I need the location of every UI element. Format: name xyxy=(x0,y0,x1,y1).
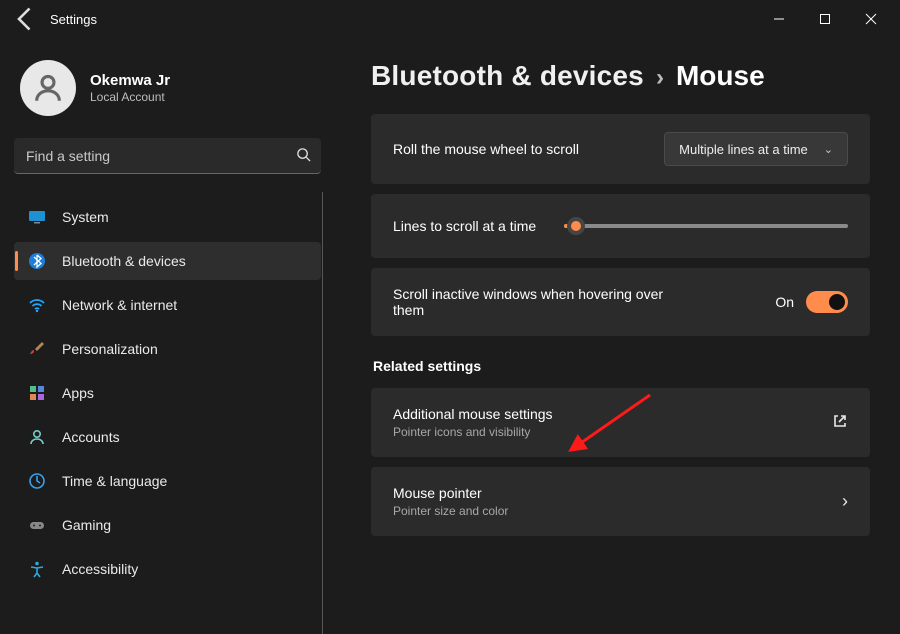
setting-label: Lines to scroll at a time xyxy=(393,218,536,234)
apps-icon xyxy=(28,384,46,402)
sidebar-item-label: Network & internet xyxy=(62,297,177,313)
slider-track xyxy=(564,224,848,228)
search-input[interactable] xyxy=(14,148,285,164)
sidebar-item-label: Time & language xyxy=(62,473,167,489)
maximize-button[interactable] xyxy=(802,0,848,38)
search-box[interactable] xyxy=(14,138,321,174)
bluetooth-icon xyxy=(28,252,46,270)
sidebar-item-label: System xyxy=(62,209,109,225)
sidebar-item-bluetooth-devices[interactable]: Bluetooth & devices xyxy=(14,242,321,280)
monitor-icon xyxy=(28,208,46,226)
open-external-icon xyxy=(832,413,848,432)
title-bar: Settings xyxy=(0,0,900,38)
sidebar-item-label: Personalization xyxy=(62,341,158,357)
setting-scroll-mode: Roll the mouse wheel to scroll Multiple … xyxy=(371,114,870,184)
search-icon xyxy=(285,147,321,165)
sidebar-item-accounts[interactable]: Accounts xyxy=(14,418,321,456)
setting-scroll-inactive: Scroll inactive windows when hovering ov… xyxy=(371,268,870,336)
window-controls xyxy=(756,0,894,38)
gamepad-icon xyxy=(28,516,46,534)
sidebar: Okemwa Jr Local Account System Bluetooth… xyxy=(0,38,335,598)
breadcrumb-parent[interactable]: Bluetooth & devices xyxy=(371,60,644,92)
lines-slider[interactable] xyxy=(564,216,848,236)
wifi-icon xyxy=(28,296,46,314)
back-button[interactable] xyxy=(12,5,40,33)
sidebar-item-label: Apps xyxy=(62,385,94,401)
nav-separator xyxy=(322,192,323,634)
sidebar-item-accessibility[interactable]: Accessibility xyxy=(14,550,321,588)
sidebar-item-personalization[interactable]: Personalization xyxy=(14,330,321,368)
sidebar-item-network[interactable]: Network & internet xyxy=(14,286,321,324)
user-name: Okemwa Jr xyxy=(90,72,170,89)
minimize-button[interactable] xyxy=(756,0,802,38)
link-title: Additional mouse settings xyxy=(393,406,553,422)
related-settings-heading: Related settings xyxy=(373,358,870,374)
sidebar-item-label: Bluetooth & devices xyxy=(62,253,186,269)
chevron-right-icon: › xyxy=(656,64,664,92)
avatar xyxy=(20,60,76,116)
setting-label: Scroll inactive windows when hovering ov… xyxy=(393,286,693,318)
main-panel: Bluetooth & devices › Mouse Roll the mou… xyxy=(335,38,900,598)
link-mouse-pointer[interactable]: Mouse pointer Pointer size and color › xyxy=(371,467,870,536)
toggle-knob xyxy=(829,294,845,310)
sidebar-item-apps[interactable]: Apps xyxy=(14,374,321,412)
setting-label: Roll the mouse wheel to scroll xyxy=(393,141,579,157)
setting-lines-to-scroll: Lines to scroll at a time xyxy=(371,194,870,258)
sidebar-item-label: Gaming xyxy=(62,517,111,533)
window-title: Settings xyxy=(50,12,97,27)
scroll-inactive-toggle[interactable] xyxy=(806,291,848,313)
chevron-down-icon: ⌄ xyxy=(824,143,833,156)
link-title: Mouse pointer xyxy=(393,485,508,501)
clock-globe-icon xyxy=(28,472,46,490)
sidebar-item-system[interactable]: System xyxy=(14,198,321,236)
nav-list: System Bluetooth & devices Network & int… xyxy=(14,198,321,594)
sidebar-item-time-language[interactable]: Time & language xyxy=(14,462,321,500)
scroll-mode-dropdown[interactable]: Multiple lines at a time ⌄ xyxy=(664,132,848,166)
account-icon xyxy=(28,428,46,446)
user-account-type: Local Account xyxy=(90,90,170,104)
link-subtitle: Pointer size and color xyxy=(393,504,508,518)
dropdown-value: Multiple lines at a time xyxy=(679,142,808,157)
user-profile[interactable]: Okemwa Jr Local Account xyxy=(14,56,321,138)
link-additional-mouse-settings[interactable]: Additional mouse settings Pointer icons … xyxy=(371,388,870,457)
breadcrumb-current: Mouse xyxy=(676,60,765,92)
toggle-state-text: On xyxy=(775,294,794,310)
close-button[interactable] xyxy=(848,0,894,38)
accessibility-icon xyxy=(28,560,46,578)
sidebar-item-label: Accounts xyxy=(62,429,120,445)
chevron-right-icon: › xyxy=(842,491,848,512)
link-subtitle: Pointer icons and visibility xyxy=(393,425,553,439)
brush-icon xyxy=(28,340,46,358)
breadcrumb: Bluetooth & devices › Mouse xyxy=(371,60,870,92)
sidebar-item-label: Accessibility xyxy=(62,561,138,577)
sidebar-item-gaming[interactable]: Gaming xyxy=(14,506,321,544)
slider-thumb[interactable] xyxy=(567,217,585,235)
